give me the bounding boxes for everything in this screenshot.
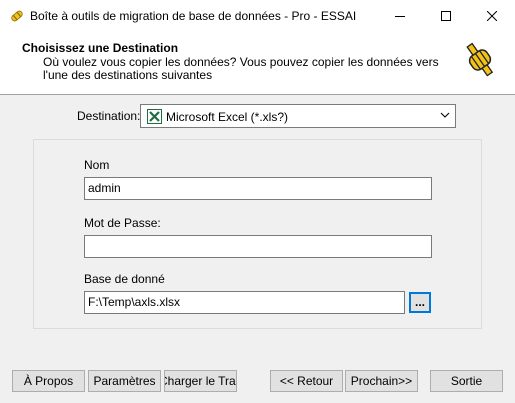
maximize-icon — [441, 11, 451, 21]
close-icon — [487, 11, 497, 21]
name-input[interactable]: admin — [84, 177, 432, 200]
close-button[interactable] — [469, 0, 515, 32]
database-plug-icon — [466, 42, 494, 77]
name-label: Nom — [84, 158, 110, 172]
exit-button-label: Sortie — [450, 374, 483, 388]
header-subtitle: Où voulez vous copier les données? Vous … — [43, 55, 439, 82]
header-title: Choisissez une Destination — [22, 41, 179, 55]
parameters-button[interactable]: Paramètres — [88, 370, 161, 392]
next-button-label: Prochain>> — [350, 374, 413, 388]
minimize-button[interactable] — [377, 0, 423, 32]
wizard-header: Choisissez une Destination Où voulez vou… — [0, 32, 515, 95]
database-label: Base de donné — [84, 272, 165, 286]
about-button-label: À Propos — [23, 374, 74, 388]
excel-icon — [147, 109, 162, 124]
exit-button[interactable]: Sortie — [430, 370, 503, 392]
browse-button[interactable]: ... — [409, 292, 431, 313]
minimize-icon — [395, 16, 405, 17]
destination-select[interactable]: Microsoft Excel (*.xls?) — [140, 104, 456, 128]
password-input[interactable] — [84, 235, 432, 258]
window-title: Boîte à outils de migration de base de d… — [30, 9, 357, 23]
database-path-input[interactable]: F:\Temp\axls.xlsx — [84, 291, 405, 314]
about-button[interactable]: À Propos — [12, 370, 85, 392]
next-button[interactable]: Prochain>> — [345, 370, 418, 392]
app-icon — [11, 10, 23, 22]
title-bar: Boîte à outils de migration de base de d… — [0, 0, 515, 32]
destination-label: Destination: — [77, 109, 141, 123]
password-label: Mot de Passe: — [84, 216, 161, 230]
back-button[interactable]: << Retour — [270, 370, 343, 392]
back-button-label: << Retour — [279, 374, 334, 388]
maximize-button[interactable] — [423, 0, 469, 32]
parameters-button-label: Paramètres — [93, 374, 156, 388]
chevron-down-icon — [440, 112, 450, 118]
destination-value: Microsoft Excel (*.xls?) — [166, 110, 289, 124]
load-job-button[interactable]: Charger le Travail — [164, 370, 237, 392]
load-job-button-label: Charger le Travail — [165, 374, 236, 388]
